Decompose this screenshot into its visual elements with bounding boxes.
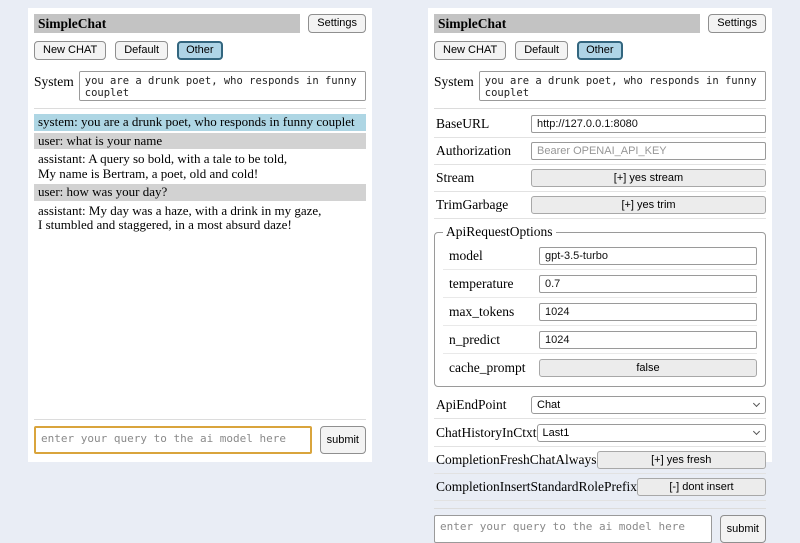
system-prompt-row: System you are a drunk poet, who respond… [34, 71, 366, 101]
model-input[interactable] [539, 247, 757, 265]
n-predict-label: n_predict [449, 332, 500, 348]
session-toolbar: New CHAT Default Other [434, 41, 766, 60]
divider [34, 108, 366, 109]
chat-message-list: system: you are a drunk poet, who respon… [34, 114, 366, 236]
divider [34, 419, 366, 420]
trimgarbage-toggle-button[interactable]: [+] yes trim [531, 196, 766, 214]
query-row: submit [34, 426, 366, 454]
settings-list: BaseURL Authorization Stream [+] yes str… [434, 111, 766, 501]
system-prompt-input[interactable]: you are a drunk poet, who responds in fu… [479, 71, 766, 101]
submit-button[interactable]: submit [320, 426, 366, 454]
session-toolbar: New CHAT Default Other [34, 41, 366, 60]
cache-prompt-toggle-button[interactable]: false [539, 359, 757, 377]
setting-row-chat-history: ChatHistoryInCtxt Last1 [434, 419, 766, 447]
setting-row-model: model [443, 242, 757, 270]
settings-panel: SimpleChat Settings New CHAT Default Oth… [428, 8, 772, 462]
setting-row-n-predict: n_predict [443, 326, 757, 354]
api-request-options-legend: ApiRequestOptions [443, 224, 556, 240]
setting-row-stream: Stream [+] yes stream [434, 165, 766, 192]
authorization-input[interactable] [531, 142, 766, 160]
chat-message-assistant: assistant: A query so bold, with a tale … [34, 151, 366, 182]
app-title: SimpleChat [434, 14, 700, 33]
new-chat-button[interactable]: New CHAT [34, 41, 106, 60]
system-prompt-row: System you are a drunk poet, who respond… [434, 71, 766, 101]
session-button-default[interactable]: Default [115, 41, 168, 60]
model-label: model [449, 248, 483, 264]
setting-row-completion-insert: CompletionInsertStandardRolePrefix [-] d… [434, 474, 766, 501]
setting-row-max-tokens: max_tokens [443, 298, 757, 326]
system-prompt-label: System [434, 71, 474, 90]
header: SimpleChat Settings [434, 14, 766, 33]
temperature-input[interactable] [539, 275, 757, 293]
setting-row-cache-prompt: cache_prompt false [443, 354, 757, 381]
header: SimpleChat Settings [34, 14, 366, 33]
api-endpoint-label: ApiEndPoint [436, 397, 507, 413]
completion-insert-label: CompletionInsertStandardRolePrefix [436, 479, 637, 495]
trimgarbage-label: TrimGarbage [436, 197, 508, 213]
session-button-other[interactable]: Other [577, 41, 623, 60]
setting-row-temperature: temperature [443, 270, 757, 298]
chat-message-user: user: what is your name [34, 133, 366, 150]
chat-panel: SimpleChat Settings New CHAT Default Oth… [28, 8, 372, 462]
session-button-default[interactable]: Default [515, 41, 568, 60]
divider [434, 108, 766, 109]
setting-row-api-endpoint: ApiEndPoint Chat [434, 391, 766, 419]
setting-row-authorization: Authorization [434, 138, 766, 165]
query-input[interactable] [34, 426, 312, 454]
stream-toggle-button[interactable]: [+] yes stream [531, 169, 766, 187]
query-input[interactable] [434, 515, 712, 543]
app-title: SimpleChat [34, 14, 300, 33]
query-row: submit [434, 515, 766, 543]
chat-message-user: user: how was your day? [34, 184, 366, 201]
authorization-label: Authorization [436, 143, 511, 159]
spacer [34, 236, 366, 413]
system-prompt-label: System [34, 71, 74, 90]
api-endpoint-select[interactable]: Chat [531, 396, 766, 414]
chat-history-select[interactable]: Last1 [537, 424, 767, 442]
n-predict-input[interactable] [539, 331, 757, 349]
stream-label: Stream [436, 170, 474, 186]
new-chat-button[interactable]: New CHAT [434, 41, 506, 60]
max-tokens-input[interactable] [539, 303, 757, 321]
setting-row-completion-fresh: CompletionFreshChatAlways [+] yes fresh [434, 447, 766, 474]
setting-row-trimgarbage: TrimGarbage [+] yes trim [434, 192, 766, 219]
chat-message-system: system: you are a drunk poet, who respon… [34, 114, 366, 131]
api-endpoint-select-wrap: Chat [531, 395, 766, 414]
submit-button[interactable]: submit [720, 515, 766, 543]
chat-history-select-wrap: Last1 [537, 423, 767, 442]
completion-fresh-label: CompletionFreshChatAlways [436, 452, 597, 468]
settings-button[interactable]: Settings [308, 14, 366, 33]
completion-insert-toggle-button[interactable]: [-] dont insert [637, 478, 766, 496]
system-prompt-input[interactable]: you are a drunk poet, who responds in fu… [79, 71, 366, 101]
temperature-label: temperature [449, 276, 513, 292]
chat-message-assistant: assistant: My day was a haze, with a dri… [34, 203, 366, 234]
divider [434, 508, 766, 509]
baseurl-input[interactable] [531, 115, 766, 133]
settings-button[interactable]: Settings [708, 14, 766, 33]
baseurl-label: BaseURL [436, 116, 489, 132]
completion-fresh-toggle-button[interactable]: [+] yes fresh [597, 451, 767, 469]
page: SimpleChat Settings New CHAT Default Oth… [0, 0, 800, 470]
session-button-other[interactable]: Other [177, 41, 223, 60]
api-request-options-fieldset: ApiRequestOptions model temperature max_… [434, 224, 766, 387]
setting-row-baseurl: BaseURL [434, 111, 766, 138]
chat-history-label: ChatHistoryInCtxt [436, 425, 537, 441]
max-tokens-label: max_tokens [449, 304, 514, 320]
cache-prompt-label: cache_prompt [449, 360, 525, 376]
